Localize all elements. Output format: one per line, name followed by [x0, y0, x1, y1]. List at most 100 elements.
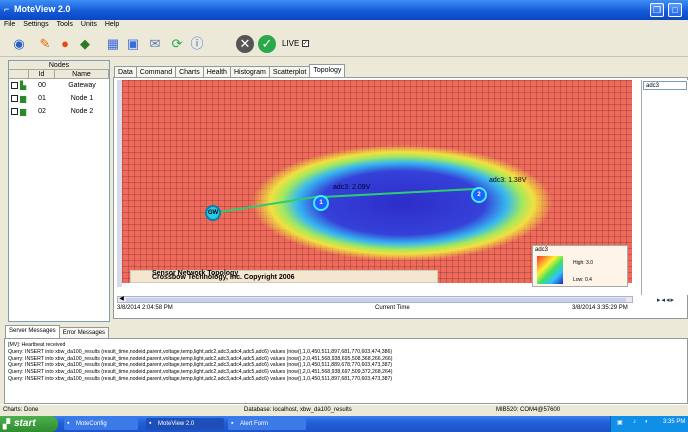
node-row-gateway[interactable]: ▙ 00 Gateway	[9, 79, 109, 92]
tab-data[interactable]: Data	[114, 66, 137, 77]
legend-high: High: 3.0	[573, 260, 594, 266]
node-id: 01	[38, 95, 46, 102]
node-checkbox[interactable]	[11, 82, 18, 89]
title-bar: ⌐ MoteView 2.0 ❐ □	[0, 0, 688, 20]
banner-text: Crossbow Technology, Inc. Copyright 2006	[152, 274, 295, 281]
node-checkbox[interactable]	[11, 108, 18, 115]
node-row-1[interactable]: ▆ 01 Node 1	[9, 92, 109, 105]
log-line: Query: INSERT into xbw_da100_results (re…	[8, 362, 393, 369]
mote-icon: ▆	[20, 107, 27, 116]
legend-swatch	[537, 256, 563, 284]
tab-error-messages[interactable]: Error Messages	[58, 327, 110, 338]
view-tabs: Data Command Charts Health Histogram Scatterp…	[114, 64, 346, 78]
node-2-marker[interactable]: 2	[471, 187, 487, 203]
tab-health[interactable]: Health	[202, 66, 231, 77]
timeline-labels: 3/8/2014 2:04:58 PM Current Time 3/8/201…	[117, 305, 637, 315]
node-checkbox[interactable]	[11, 95, 18, 102]
mote-icon: ▆	[20, 94, 27, 103]
node-name: Gateway	[68, 82, 96, 89]
monitor-icon[interactable]: ▣	[124, 35, 142, 53]
menu-settings[interactable]: Settings	[19, 20, 52, 28]
col-name[interactable]: Name	[55, 70, 109, 78]
dashboard-icon[interactable]: ◉	[10, 35, 28, 53]
task-alert-form[interactable]: ▪ Alert Form	[228, 418, 306, 430]
menu-units[interactable]: Units	[77, 20, 101, 28]
table-icon[interactable]: ▦	[104, 35, 122, 53]
live-checkbox[interactable]: ✓	[301, 40, 309, 48]
node-id: 00	[38, 82, 46, 89]
clock[interactable]: 3:35 PM	[663, 419, 685, 425]
sensor-selector[interactable]: adc3	[643, 81, 687, 90]
node-2-reading: adc3: 1.38V	[489, 177, 527, 184]
go-icon[interactable]: ✓	[258, 35, 276, 53]
info-icon[interactable]: ⓘ	[188, 35, 206, 53]
tab-scatterplot[interactable]: Scatterplot	[268, 66, 311, 77]
col-id[interactable]: Id	[29, 70, 55, 78]
network-icon[interactable]: ▣	[617, 419, 623, 426]
node-id: 02	[38, 108, 46, 115]
gateway-icon: ▙	[20, 81, 27, 90]
tab-histogram[interactable]: Histogram	[229, 66, 270, 77]
status-port: MIB520: COM4@57600	[496, 407, 561, 413]
node-1-marker[interactable]: 1	[313, 195, 329, 211]
toolbar: ◉ ✎ ● ◆ ▦ ▣ ✉ ⟳ ⓘ ✕ ✓ LIVE ✓	[0, 31, 688, 57]
scroll-left-icon[interactable]: ◀	[118, 296, 125, 303]
node-name: Node 2	[70, 108, 94, 115]
volume-icon[interactable]: ♪	[633, 419, 636, 425]
satellite-icon[interactable]: ✉	[146, 35, 164, 53]
task-moteconfig[interactable]: ▪ MoteConfig	[64, 418, 138, 430]
start-label: start	[14, 418, 36, 429]
node-1-reading: adc3: 2.09V	[333, 184, 371, 191]
stop-icon[interactable]: ✕	[236, 35, 254, 53]
windows-flag-icon: ▞	[3, 419, 10, 429]
pen-icon[interactable]: ✎	[36, 35, 54, 53]
pencil-icon[interactable]: ◆	[76, 35, 94, 53]
tab-command[interactable]: Command	[135, 66, 177, 77]
server-messages-log[interactable]: [MV]: Heartbeat received Query: INSERT i…	[4, 338, 688, 404]
live-toggle[interactable]: LIVE ✓	[282, 39, 309, 48]
timeline-scrollbar[interactable]: ◀	[117, 296, 633, 303]
menu-file[interactable]: File	[0, 20, 19, 28]
node-row-2[interactable]: ▆ 02 Node 2	[9, 105, 109, 118]
legend-title: adc3	[535, 247, 549, 253]
moteview-icon: ▪	[149, 420, 152, 427]
moteconfig-icon: ▪	[67, 420, 70, 427]
timeline-nav[interactable]: ▸◂◂▸	[657, 296, 675, 304]
task-label: Alert Form	[240, 421, 269, 427]
app-icon: ⌐	[4, 4, 10, 14]
timeline-start: 3/8/2014 2:04:58 PM	[117, 305, 173, 311]
gateway-node[interactable]: GW	[205, 205, 221, 221]
hand-icon[interactable]: ●	[56, 35, 74, 53]
status-database: Database: localhost, xbw_da100_results	[244, 407, 352, 413]
security-icon[interactable]: ◐	[645, 419, 649, 425]
menu-help[interactable]: Help	[101, 20, 123, 28]
timeline-center: Current Time	[375, 305, 410, 311]
alert-form-icon: ▪	[231, 420, 234, 427]
nav-last-icon[interactable]: ▸	[671, 297, 676, 304]
task-moteview[interactable]: ▪ MoteView 2.0	[146, 418, 224, 430]
restore-button[interactable]: ❐	[650, 3, 664, 17]
tab-topology[interactable]: Topology	[309, 64, 346, 77]
log-line: Query: INSERT into xbw_da100_results (re…	[8, 375, 393, 382]
taskbar: ▞ start ▪ MoteConfig ▪ MoteView 2.0 ▪ Al…	[0, 416, 688, 432]
scroll-thumb[interactable]	[126, 298, 626, 302]
menu-bar: File Settings Tools Units Help	[0, 20, 688, 31]
tab-charts[interactable]: Charts	[175, 66, 204, 77]
tab-server-messages[interactable]: Server Messages	[5, 325, 60, 338]
node-name: Node 1	[70, 95, 94, 102]
heatmap-legend: adc3 High: 3.0 Low: 0.4	[532, 245, 628, 287]
nodes-panel: Nodes Id Name ▙ 00 Gateway ▆ 01 Node 1 ▆…	[8, 60, 110, 322]
refresh-icon[interactable]: ⟳	[168, 35, 186, 53]
start-button[interactable]: ▞ start	[0, 416, 58, 432]
timeline-end: 3/8/2014 3:35:29 PM	[572, 305, 628, 311]
nodes-title: Nodes	[9, 61, 109, 70]
topology-view[interactable]: GW 1 2 adc3: 2.09V adc3: 1.38V Sensor Ne…	[117, 80, 635, 287]
window-title: MoteView 2.0	[14, 4, 71, 14]
log-line: Query: INSERT into xbw_da100_results (re…	[8, 369, 393, 376]
live-label: LIVE	[282, 39, 300, 48]
menu-tools[interactable]: Tools	[53, 20, 77, 28]
status-charts: Charts: Done	[3, 407, 39, 413]
close-button[interactable]: □	[668, 3, 682, 17]
col-select	[9, 70, 29, 78]
moteview-window: ⌐ MoteView 2.0 ❐ □ File Settings Tools Unit…	[0, 0, 688, 416]
